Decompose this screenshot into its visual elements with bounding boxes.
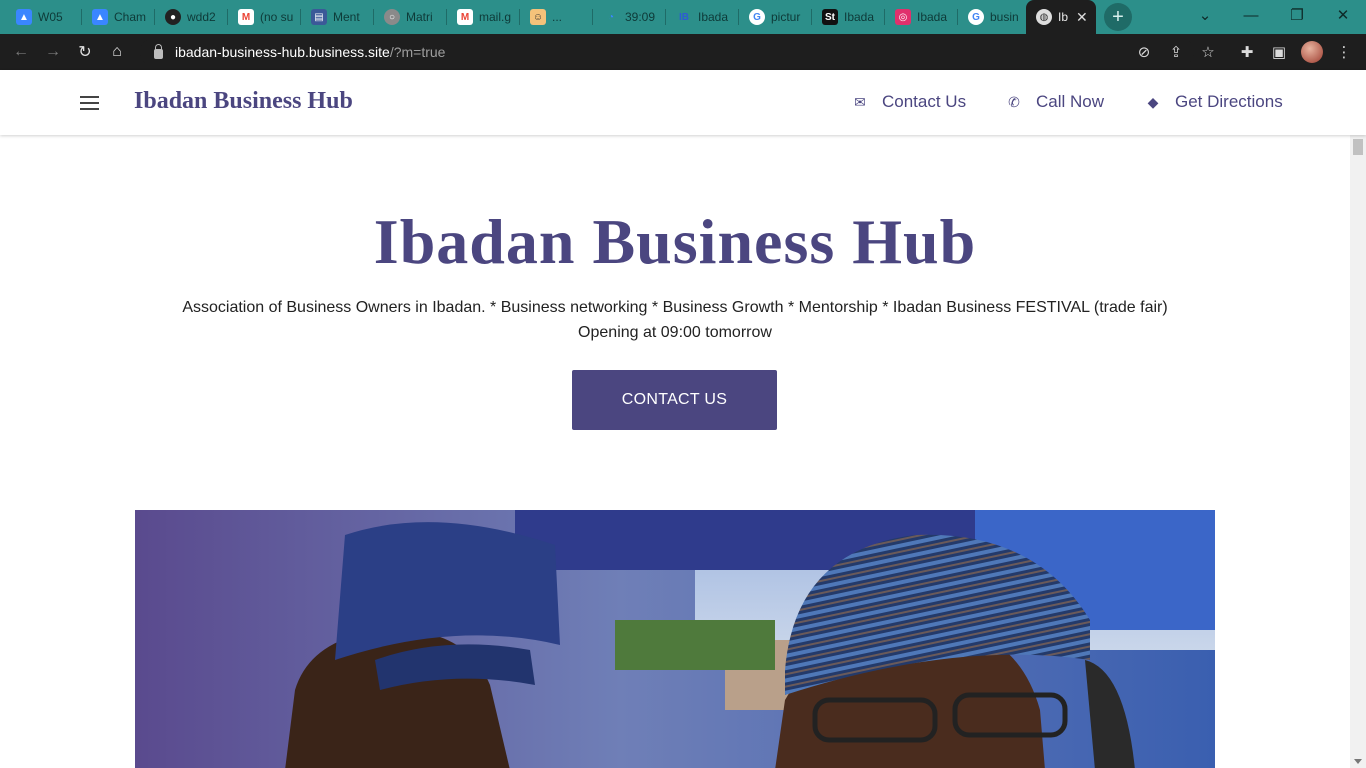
tab[interactable]: G busin [958,0,1026,34]
tab-label: wdd2 [187,10,216,24]
site-header: Ibadan Business Hub ✉ Contact Us ✆ Call … [0,70,1366,135]
close-window-icon[interactable]: ✕ [1320,0,1366,30]
forward-arrow-icon[interactable]: → [40,39,66,65]
get-directions-link[interactable]: ◆ Get Directions [1145,92,1283,112]
tab[interactable]: ○ Matri [374,0,447,34]
phone-icon: ✆ [1008,93,1020,110]
bookmark-star-icon[interactable]: ☆ [1196,40,1220,64]
timer-icon: ◔ [607,11,615,23]
tab-label: W05 [38,10,63,24]
scroll-down-arrow-icon[interactable] [1354,759,1362,764]
side-panel-icon[interactable]: ▣ [1267,40,1291,64]
browser-toolbar: ← → ↻ ⌂ ibadan-business-hub.business.sit… [0,34,1366,70]
restore-icon[interactable]: ❐ [1274,0,1320,30]
tab-search-chevron-icon[interactable]: ⌄ [1182,0,1228,30]
profile-avatar[interactable] [1301,41,1323,63]
opening-hours: Opening at 09:00 tomorrow [578,324,772,341]
tab-label: busin [990,10,1019,24]
github-icon: ● [165,9,181,25]
tab[interactable]: ▲ W05 [6,0,82,34]
url-text: ibadan-business-hub.business.site/?m=tru… [175,44,446,60]
tab[interactable]: ▤ Ment [301,0,374,34]
forms-icon: ▤ [311,9,327,25]
globe-icon: ○ [384,9,400,25]
lock-icon[interactable] [154,43,163,59]
tab-label: pictur [771,10,801,24]
directions-icon: ◆ [1147,93,1159,110]
tab-label: Ibada [698,10,729,24]
google-icon: G [749,9,765,25]
scrollbar-thumb[interactable] [1353,139,1363,155]
tab[interactable]: ◔ 39:09 [593,0,666,34]
tab[interactable]: IB Ibada [666,0,739,34]
hero-photo [135,510,1215,768]
tab-label: Matri [406,10,433,24]
share-icon[interactable]: ⇪ [1164,40,1188,64]
address-bar[interactable]: ibadan-business-hub.business.site/?m=tru… [140,38,1194,66]
google-icon: G [968,9,984,25]
chart-icon: ▲ [92,9,108,25]
site-brand[interactable]: Ibadan Business Hub [134,88,353,115]
business-description: Association of Business Owners in Ibadan… [182,299,1168,316]
tab-label: Ibada [844,10,875,24]
mail-icon: ✉ [854,93,866,110]
hero-title: Ibadan Business Hub [373,206,977,277]
back-arrow-icon[interactable]: ← [8,39,34,65]
tab[interactable]: ◎ Ibada [885,0,958,34]
tab-label: (no su [260,10,294,24]
call-now-label: Call Now [1036,92,1105,111]
tab[interactable]: St Ibada [812,0,885,34]
st-icon: St [822,9,838,25]
gmail-icon: M [457,9,473,25]
tab-label: Cham [114,10,147,24]
tab-label: Ibada [917,10,948,24]
hero-photo-illustration [135,510,1215,768]
tab-label: Ment [333,10,360,24]
tab-label: mail.g [479,10,512,24]
contact-us-button[interactable]: CONTACT US [572,370,777,430]
home-icon[interactable]: ⌂ [104,39,130,65]
tab[interactable]: ● wdd2 [155,0,228,34]
minimize-icon[interactable]: — [1228,0,1274,30]
ibh-icon: IB [679,11,689,23]
tab[interactable]: M mail.g [447,0,520,34]
new-tab-button[interactable]: + [1104,3,1132,31]
more-menu-icon[interactable]: ⋮ [1332,40,1356,64]
tab[interactable]: ☺ ... [520,0,593,34]
page-scrollbar[interactable] [1350,135,1366,768]
tab[interactable]: M (no su [228,0,301,34]
tab-active[interactable]: ◍ Ib ✕ [1026,0,1096,34]
reload-icon[interactable]: ↻ [72,39,98,65]
chart-icon: ▲ [16,9,32,25]
menu-icon[interactable] [80,96,99,110]
close-tab-icon[interactable]: ✕ [1076,9,1088,26]
get-directions-label: Get Directions [1175,92,1283,111]
tab[interactable]: ▲ Cham [82,0,155,34]
eye-off-icon[interactable]: ⊘ [1132,40,1156,64]
tab-label: ... [552,10,563,24]
call-now-link[interactable]: ✆ Call Now [1006,92,1104,112]
globe-icon: ◍ [1036,9,1052,25]
instagram-icon: ◎ [895,9,911,25]
main-content: Ibadan Business Hub Association of Busin… [0,135,1350,768]
face-icon: ☺ [530,9,546,25]
tab[interactable]: G pictur [739,0,812,34]
tab-label: 39:09 [625,10,656,24]
contact-us-link[interactable]: ✉ Contact Us [852,92,966,112]
tab-strip: ▲ W05 ▲ Cham ● wdd2 M (no su ▤ Ment ○ Ma… [0,0,1366,34]
contact-us-label: Contact Us [882,92,967,111]
gmail-icon: M [238,9,254,25]
tab-label: Ib [1058,10,1069,24]
extensions-icon[interactable]: ✚ [1235,40,1259,64]
